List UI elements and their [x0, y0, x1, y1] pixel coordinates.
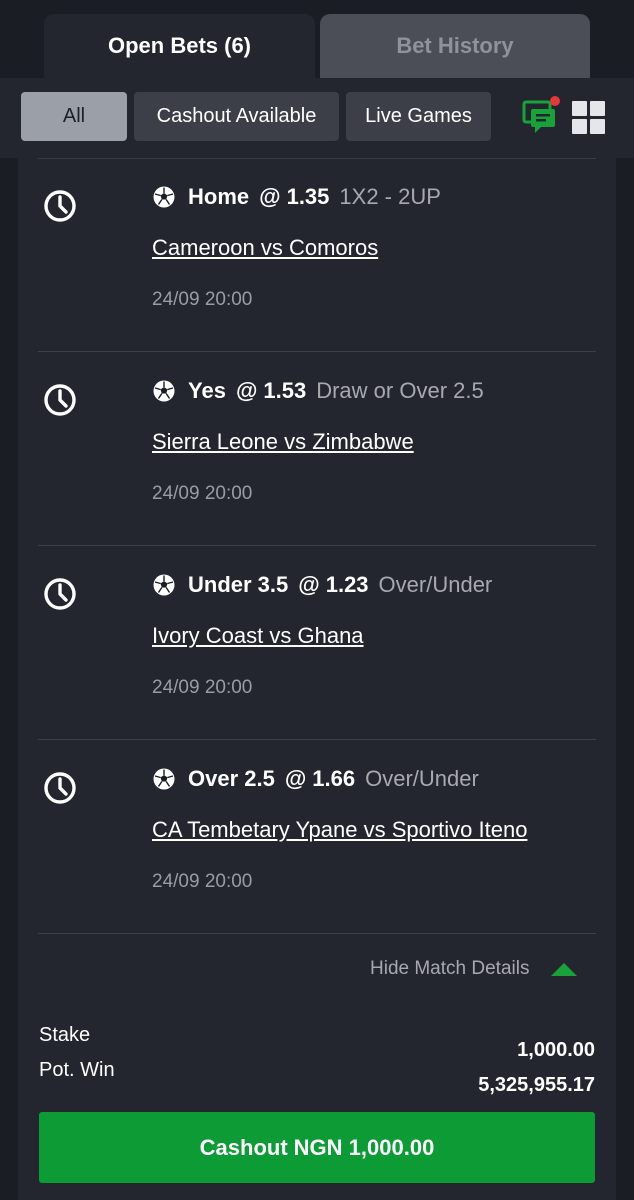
cashout-button[interactable]: Cashout NGN 1,000.00: [39, 1112, 595, 1183]
selection-odds: 1.53: [263, 378, 307, 403]
selection-row: Under 3.5 @ 1.23 Over/Under: [152, 572, 492, 598]
match-link[interactable]: Ivory Coast vs Ghana: [152, 623, 364, 649]
selection-market: Over/Under: [378, 572, 493, 597]
bet-item: Home @ 1.35 1X2 - 2UP Cameroon vs Comoro…: [18, 158, 616, 352]
divider: [38, 933, 596, 934]
bet-item: Under 3.5 @ 1.23 Over/Under Ivory Coast …: [18, 546, 616, 740]
pot-win-value: 5,325,955.17: [478, 1074, 595, 1096]
selection-odds: 1.35: [286, 184, 330, 209]
soccer-ball-icon: [153, 768, 175, 790]
clock-icon: [44, 190, 76, 222]
selection-row: Home @ 1.35 1X2 - 2UP: [152, 184, 441, 210]
selection-market: Over/Under: [365, 766, 479, 791]
stake-label: Stake: [39, 1024, 91, 1046]
cashout-amount: NGN 1,000.00: [293, 1134, 435, 1160]
selection-row: Over 2.5 @ 1.66 Over/Under: [152, 766, 479, 792]
selection-pick: Over 2.5: [188, 766, 275, 791]
selection-row: Yes @ 1.53 Draw or Over 2.5: [152, 378, 484, 404]
filter-cashout-available-button[interactable]: Cashout Available: [134, 92, 339, 141]
stake-value: 1,000.00: [517, 1039, 595, 1061]
selection-pick: Under 3.5: [188, 572, 289, 597]
selection-pick: Home: [188, 184, 250, 209]
clock-icon: [44, 772, 76, 804]
bet-tabs: Open Bets (6) Bet History: [0, 0, 634, 78]
triangle-up-icon: [551, 962, 578, 976]
hide-match-details-label: Hide Match Details: [370, 958, 530, 979]
filter-all-button[interactable]: All: [21, 92, 127, 141]
bet-slip-card: Home @ 1.35 1X2 - 2UP Cameroon vs Comoro…: [18, 158, 616, 1200]
tab-open-bets[interactable]: Open Bets (6): [44, 14, 315, 78]
selection-odds: 1.23: [325, 572, 369, 597]
match-datetime: 24/09 20:00: [152, 677, 253, 698]
selection-at: @: [298, 572, 320, 597]
pot-win-label: Pot. Win: [39, 1059, 115, 1081]
hide-match-details-toggle[interactable]: Hide Match Details: [370, 958, 578, 980]
soccer-ball-icon: [153, 186, 175, 208]
filter-live-games-button[interactable]: Live Games: [346, 92, 491, 141]
tab-bet-history[interactable]: Bet History: [320, 14, 590, 78]
selection-market: 1X2 - 2UP: [339, 184, 441, 209]
selection-odds: 1.66: [312, 766, 356, 791]
clock-icon: [44, 578, 76, 610]
bet-item: Yes @ 1.53 Draw or Over 2.5 Sierra Leone…: [18, 352, 616, 546]
cashout-label: Cashout: [199, 1134, 288, 1160]
bet-item: Over 2.5 @ 1.66 Over/Under CA Tembetary …: [18, 740, 616, 934]
soccer-ball-icon: [153, 574, 175, 596]
selection-pick: Yes: [188, 378, 226, 403]
selection-at: @: [235, 378, 258, 403]
match-datetime: 24/09 20:00: [152, 871, 253, 892]
clock-icon: [44, 384, 76, 416]
soccer-ball-icon: [153, 380, 175, 402]
match-datetime: 24/09 20:00: [152, 289, 253, 310]
selection-at: @: [284, 766, 307, 791]
match-link[interactable]: CA Tembetary Ypane vs Sportivo Iteno: [152, 817, 527, 843]
match-link[interactable]: Sierra Leone vs Zimbabwe: [152, 429, 414, 455]
grid-view-icon[interactable]: [572, 101, 605, 134]
selection-market: Draw or Over 2.5: [316, 378, 484, 403]
selection-at: @: [259, 184, 281, 209]
notification-dot: [550, 96, 560, 106]
match-link[interactable]: Cameroon vs Comoros: [152, 235, 378, 261]
match-datetime: 24/09 20:00: [152, 483, 253, 504]
